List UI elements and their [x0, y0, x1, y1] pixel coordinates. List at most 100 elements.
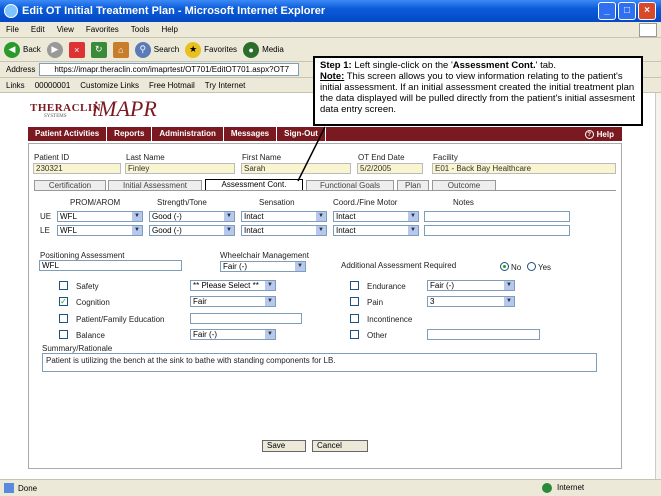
home-button[interactable]: ⌂ — [112, 41, 129, 58]
back-button[interactable]: ◀ Back — [4, 41, 41, 58]
menu-favorites[interactable]: Favorites — [86, 25, 119, 34]
chevron-down-icon: ▼ — [265, 281, 275, 290]
ue-sensation-select[interactable]: Intact ▼ — [241, 211, 327, 222]
menu-file[interactable]: File — [6, 25, 19, 34]
search-icon: ⚲ — [134, 41, 151, 58]
tab-functional-goals[interactable]: Functional Goals — [306, 180, 394, 190]
ue-notes-input[interactable] — [424, 211, 570, 222]
media-icon: ● — [243, 41, 260, 58]
menu-view[interactable]: View — [57, 25, 74, 34]
le-coord-select[interactable]: Intact ▼ — [333, 225, 419, 236]
safety-checkbox[interactable] — [59, 281, 68, 290]
nav-patient-activities[interactable]: Patient Activities — [28, 127, 108, 141]
ue-strength-select[interactable]: Good (-) ▼ — [149, 211, 235, 222]
first-name-field: Sarah — [241, 163, 351, 174]
minimize-button[interactable]: _ — [598, 2, 616, 20]
other-input[interactable] — [427, 329, 540, 340]
cancel-button[interactable]: Cancel — [312, 440, 368, 452]
link-item[interactable]: Customize Links — [80, 81, 139, 90]
link-item[interactable]: 00000001 — [35, 81, 71, 90]
ue-label: UE — [40, 212, 52, 221]
menu-help[interactable]: Help — [161, 25, 177, 34]
patient-education-label: Patient/Family Education — [76, 315, 165, 324]
additional-yes-radio[interactable] — [527, 262, 536, 271]
nav-reports[interactable]: Reports — [107, 127, 153, 141]
instruction-callout: Step 1: Left single-click on the 'Assess… — [313, 56, 643, 126]
address-label: Address — [6, 65, 36, 74]
other-label: Other — [367, 331, 388, 340]
balance-select[interactable]: Fair (-) ▼ — [190, 329, 276, 340]
tab-certification[interactable]: Certification — [34, 180, 106, 190]
le-notes-input[interactable] — [424, 225, 570, 236]
ot-end-date-label: OT End Date — [358, 153, 405, 162]
le-strength-select[interactable]: Good (-) ▼ — [149, 225, 235, 236]
chevron-down-icon: ▼ — [316, 212, 326, 221]
refresh-button[interactable]: ↻ — [90, 41, 107, 58]
tab-initial-assessment[interactable]: Initial Assessment — [108, 180, 202, 190]
chevron-down-icon: ▼ — [224, 226, 234, 235]
cognition-checkbox[interactable]: ✓ — [59, 297, 68, 306]
balance-label: Balance — [76, 331, 105, 340]
safety-label: Safety — [76, 282, 99, 291]
ue-prom-select[interactable]: WFL ▼ — [57, 211, 143, 222]
menu-tools[interactable]: Tools — [131, 25, 150, 34]
facility-field: E01 - Back Bay Healthcare — [432, 163, 616, 174]
help-link[interactable]: ? Help — [584, 129, 622, 139]
pain-checkbox[interactable] — [350, 297, 359, 306]
cognition-select[interactable]: Fair ▼ — [190, 296, 276, 307]
incontinence-checkbox[interactable] — [350, 314, 359, 323]
chevron-down-icon: ▼ — [408, 212, 418, 221]
pain-select[interactable]: 3 ▼ — [427, 296, 515, 307]
additional-no-radio[interactable] — [500, 262, 509, 271]
link-item[interactable]: Try Internet — [205, 81, 246, 90]
ue-coord-select[interactable]: Intact ▼ — [333, 211, 419, 222]
nav-messages[interactable]: Messages — [224, 127, 278, 141]
link-item[interactable]: Free Hotmail — [149, 81, 195, 90]
tab-divider — [34, 190, 616, 191]
chevron-down-icon: ▼ — [504, 297, 514, 306]
vertical-scrollbar[interactable] — [655, 93, 661, 479]
le-prom-select[interactable]: WFL ▼ — [57, 225, 143, 236]
patient-education-checkbox[interactable] — [59, 314, 68, 323]
window-title: Edit OT Initial Treatment Plan - Microso… — [22, 5, 326, 17]
nav-sign-out[interactable]: Sign-Out — [277, 127, 326, 141]
menu-edit[interactable]: Edit — [31, 25, 45, 34]
summary-textarea[interactable]: Patient is utilizing the bench at the si… — [42, 353, 597, 372]
last-name-label: Last Name — [126, 153, 165, 162]
endurance-label: Endurance — [367, 282, 406, 291]
wheelchair-select[interactable]: Fair (-) ▼ — [220, 261, 306, 272]
pain-label: Pain — [367, 298, 384, 307]
le-sensation-select[interactable]: Intact ▼ — [241, 225, 327, 236]
help-icon: ? — [584, 129, 594, 139]
tab-outcome[interactable]: Outcome — [432, 180, 496, 190]
favorites-button[interactable]: ★ Favorites — [185, 41, 237, 58]
endurance-checkbox[interactable] — [350, 281, 359, 290]
col-header: Sensation — [259, 198, 295, 207]
address-input[interactable]: https://imapr.theraclin.com/imaprtest/OT… — [39, 63, 300, 76]
safety-select[interactable]: ** Please Select ** ▼ — [190, 280, 276, 291]
media-button[interactable]: ● Media — [243, 41, 284, 58]
chevron-down-icon: ▼ — [224, 212, 234, 221]
ie-logo-icon — [4, 4, 18, 18]
wheelchair-label: Wheelchair Management — [220, 251, 309, 260]
other-checkbox[interactable] — [350, 330, 359, 339]
positioning-input[interactable]: WFL — [39, 260, 182, 271]
nav-administration[interactable]: Administration — [152, 127, 224, 141]
close-button[interactable]: × — [638, 2, 656, 20]
maximize-button[interactable]: □ — [618, 2, 636, 20]
ot-end-date-field: 5/2/2005 — [357, 163, 423, 174]
endurance-select[interactable]: Fair (-) ▼ — [427, 280, 515, 291]
additional-assessment-label: Additional Assessment Required — [341, 261, 457, 270]
balance-checkbox[interactable] — [59, 330, 68, 339]
patient-id-field: 230321 — [33, 163, 121, 174]
forward-button[interactable]: ▶ — [46, 41, 63, 58]
links-label: Links — [6, 80, 25, 90]
stop-button[interactable]: × — [68, 41, 85, 58]
patient-education-input[interactable] — [190, 313, 302, 324]
tab-plan[interactable]: Plan — [397, 180, 429, 190]
menu-bar: File Edit View Favorites Tools Help — [0, 22, 661, 38]
col-header: Coord./Fine Motor — [333, 198, 398, 207]
search-button[interactable]: ⚲ Search — [134, 41, 179, 58]
save-button[interactable]: Save — [262, 440, 306, 452]
chevron-down-icon: ▼ — [265, 330, 275, 339]
